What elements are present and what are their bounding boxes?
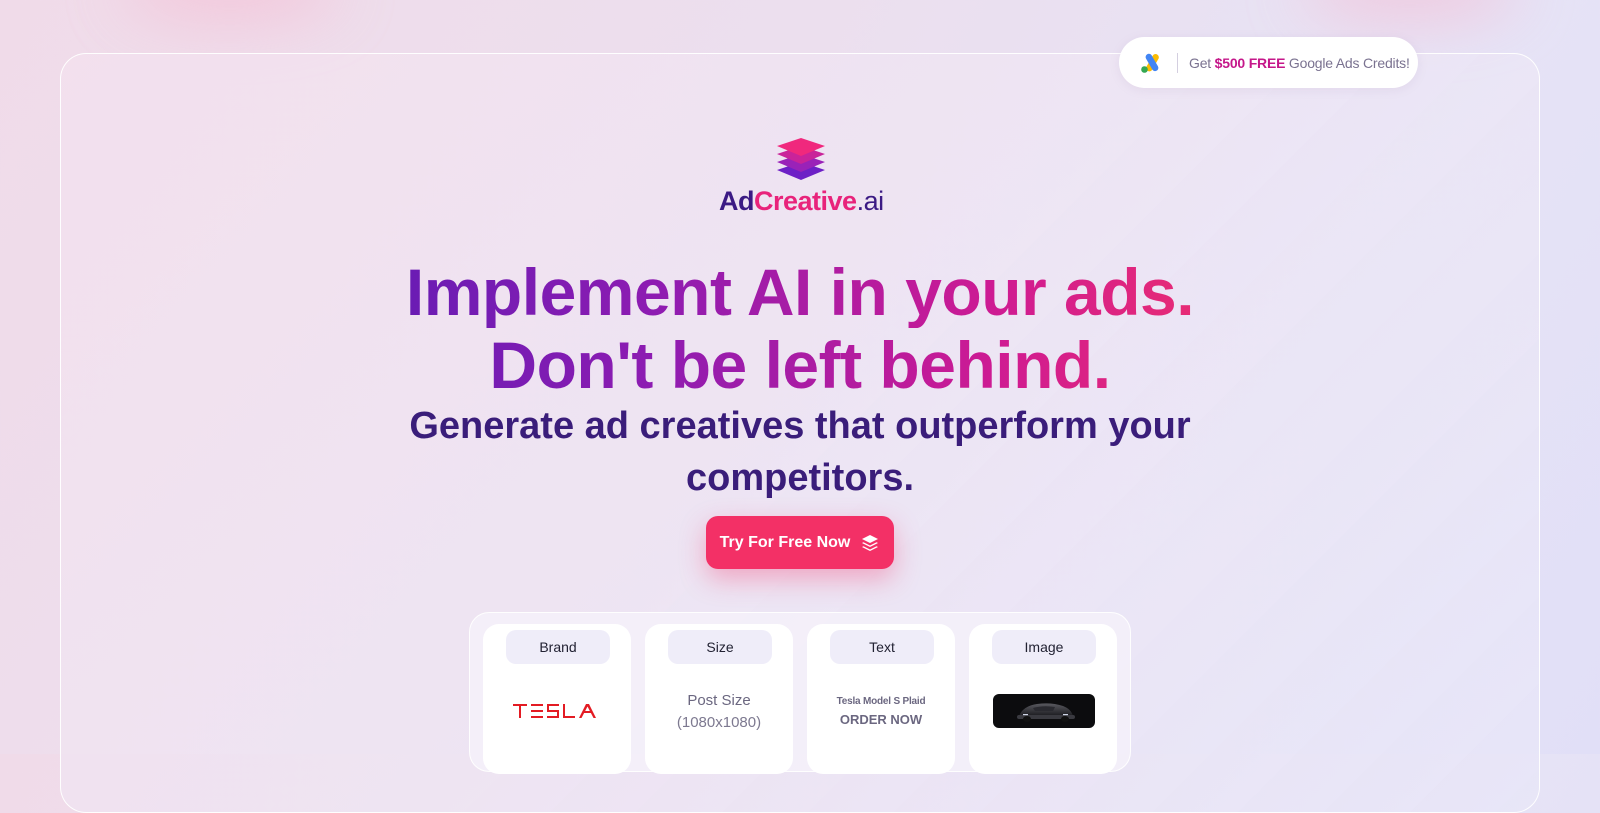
cta-label: Try For Free Now — [719, 533, 851, 551]
text-tile[interactable]: Text Tesla Model S Plaid ORDER NOW — [807, 624, 955, 774]
background-glow — [120, 0, 340, 20]
subheadline: Generate ad creatives that outperform yo… — [409, 405, 1191, 499]
promo-text: Get $500 FREE Google Ads Credits! — [1189, 54, 1410, 71]
background-glow — [1300, 0, 1520, 20]
promo-divider — [1177, 52, 1178, 73]
headline-line-1: Implement AI in your ads. — [300, 256, 1300, 328]
size-tab-label: Size — [668, 630, 772, 664]
tesla-logo — [513, 704, 596, 718]
text-tab-label: Text — [830, 630, 934, 664]
image-tab-label: Image — [992, 630, 1096, 664]
try-for-free-button[interactable]: Try For Free Now — [706, 516, 894, 569]
layers-icon — [862, 534, 879, 551]
layers-stack-icon — [777, 138, 825, 180]
brand-tile[interactable]: Brand — [483, 624, 631, 774]
image-tile[interactable]: Image — [969, 624, 1117, 774]
ad-headline-text: Tesla Model S Plaid — [836, 696, 926, 707]
promo-amount: $500 FREE — [1214, 54, 1286, 71]
size-dimensions: (1080x1080) — [676, 714, 762, 731]
size-tile[interactable]: Size Post Size (1080x1080) — [645, 624, 793, 774]
brand-tab-label: Brand — [506, 630, 610, 664]
google-ads-icon — [1141, 53, 1159, 73]
size-name: Post Size — [687, 692, 751, 709]
headline-line-2: Don't be left behind. — [300, 329, 1300, 401]
logo-wordmark: AdCreative.ai — [719, 186, 884, 216]
google-ads-credit-banner[interactable]: Get $500 FREE Google Ads Credits! — [1119, 37, 1418, 88]
ad-cta-text: ORDER NOW — [839, 712, 923, 727]
car-photo — [993, 694, 1095, 728]
brand-logo[interactable]: AdCreative.ai — [719, 136, 884, 217]
